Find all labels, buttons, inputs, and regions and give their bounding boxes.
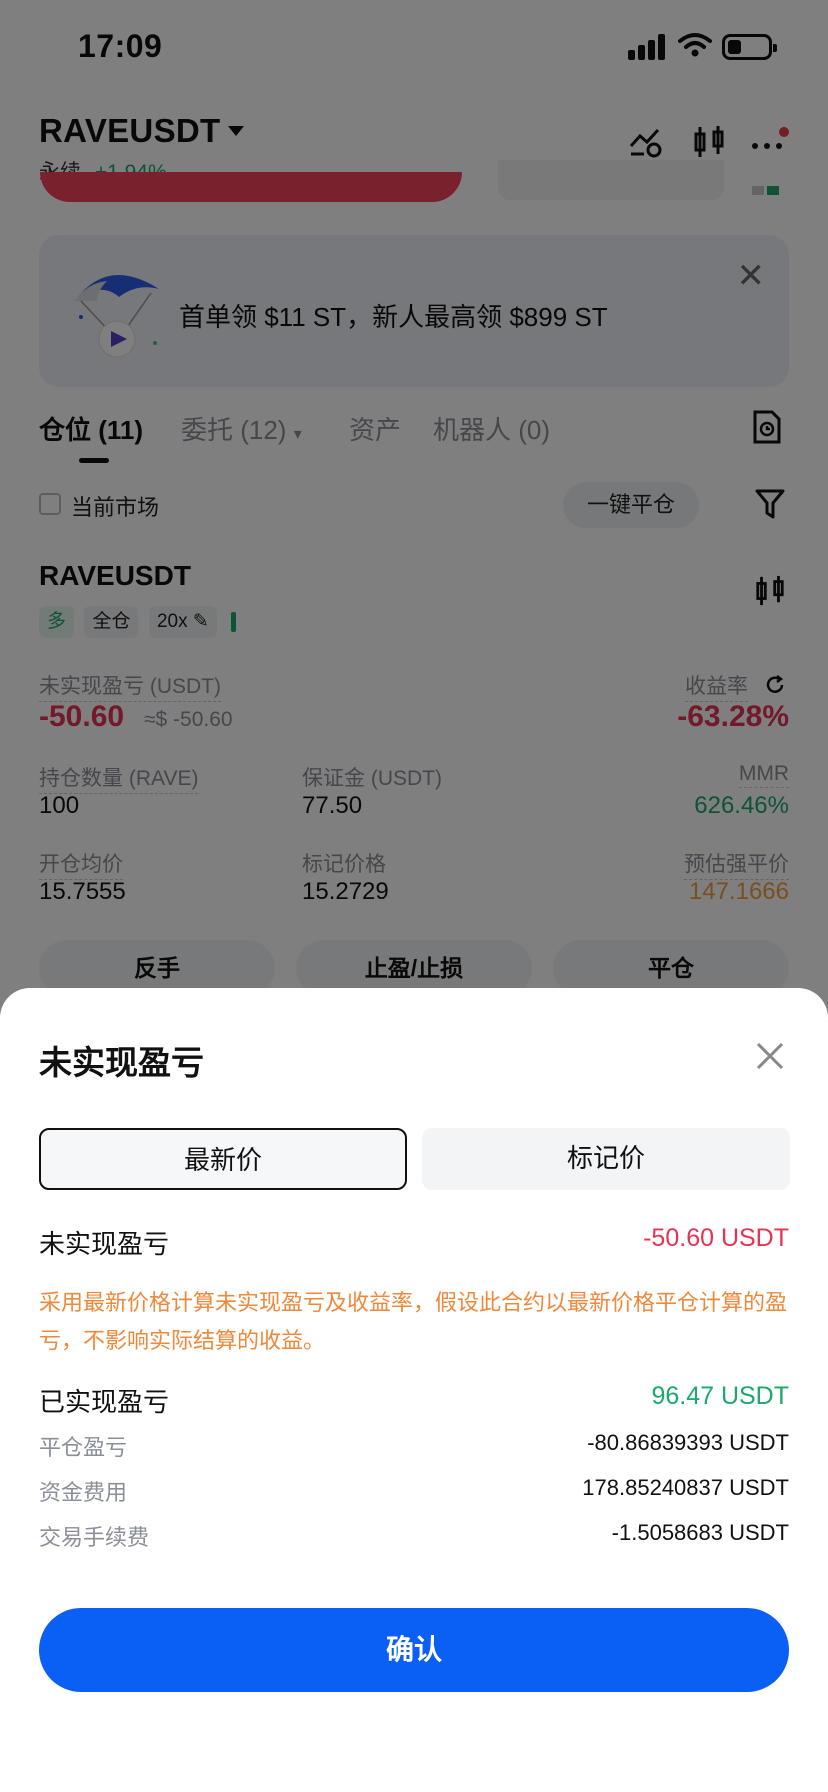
calculation-note: 采用最新价格计算未实现盈亏及收益率，假设此合约以最新价格平仓计算的盈亏，不影响实… [39,1290,788,1353]
close-pnl-row: 平仓盈亏 -80.86839393 USDT [39,1430,789,1460]
segment-latest-price[interactable]: 最新价 [39,1128,407,1190]
fee-value: -1.5058683 USDT [611,1520,789,1545]
close-icon[interactable] [752,1038,788,1074]
realized-row: 已实现盈亏 96.47 USDT [39,1382,789,1417]
fee-row: 交易手续费 -1.5058683 USDT [39,1520,789,1550]
realized-value: 96.47 USDT [651,1382,789,1410]
unrealized-pnl-sheet: 未实现盈亏 最新价 标记价 未实现盈亏 -50.60 USDT 采用最新价格计算… [0,988,828,1792]
unrealized-row: 未实现盈亏 -50.60 USDT [39,1224,789,1259]
trading-screen: 17:09 RAVEUSDT 永续 +1.94% [0,0,828,1792]
confirm-button[interactable]: 确认 [39,1608,789,1692]
funding-value: 178.85240837 USDT [582,1475,789,1500]
unrealized-label: 未实现盈亏 [39,1229,170,1259]
fee-label: 交易手续费 [39,1525,150,1550]
close-pnl-value: -80.86839393 USDT [587,1430,789,1455]
close-pnl-label: 平仓盈亏 [39,1435,128,1460]
realized-label: 已实现盈亏 [39,1387,170,1417]
sheet-title: 未实现盈亏 [39,1044,204,1081]
segment-mark-price[interactable]: 标记价 [422,1128,790,1190]
unrealized-value: -50.60 USDT [643,1224,789,1252]
funding-row: 资金费用 178.85240837 USDT [39,1475,789,1505]
funding-label: 资金费用 [39,1480,128,1505]
